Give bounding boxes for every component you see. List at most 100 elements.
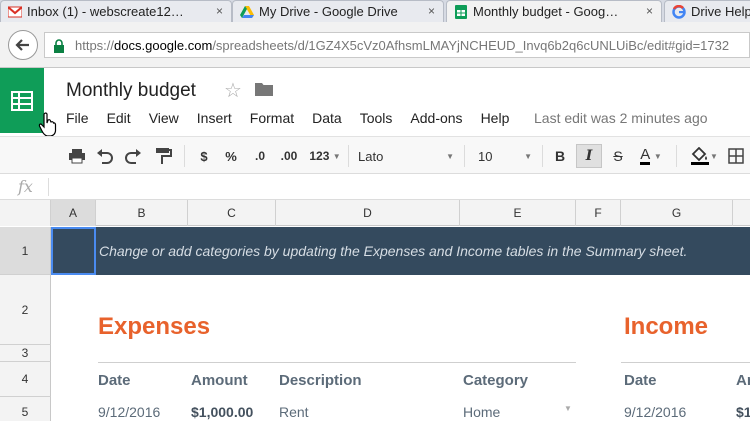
- tab-title: Drive Help: [691, 4, 750, 19]
- hand-cursor-icon: [38, 112, 57, 137]
- number-format-dropdown[interactable]: 123 ▼: [304, 146, 346, 166]
- strikethrough-button[interactable]: S: [608, 146, 628, 166]
- menu-bar: File Edit View Insert Format Data Tools …: [66, 110, 527, 128]
- formula-separator: [48, 178, 49, 196]
- folder-icon[interactable]: [255, 82, 273, 96]
- menu-view[interactable]: View: [149, 110, 179, 128]
- document-title[interactable]: Monthly budget: [66, 80, 196, 102]
- text-color-button[interactable]: A ▼: [632, 146, 670, 166]
- info-banner-text: Change or add categories by updating the…: [99, 243, 688, 259]
- toolbar: $ % .0 .00 123 ▼ Lato ▼ 10 ▼ B I S A ▼ ▼: [0, 136, 750, 174]
- tab-drive-help[interactable]: Drive Help: [664, 0, 750, 22]
- row-header-1[interactable]: 1: [0, 227, 51, 275]
- column-header-b[interactable]: B: [96, 200, 188, 226]
- tab-google-drive[interactable]: My Drive - Google Drive ×: [232, 0, 444, 22]
- formula-bar[interactable]: fx: [0, 174, 750, 200]
- chevron-down-icon: ▼: [710, 151, 718, 161]
- expenses-divider: [98, 362, 576, 363]
- toolbar-separator: [348, 145, 349, 167]
- column-header-c[interactable]: C: [188, 200, 276, 226]
- font-size-dropdown[interactable]: 10 ▼: [474, 146, 536, 166]
- menu-add-ons[interactable]: Add-ons: [410, 110, 462, 128]
- row-header-4[interactable]: 4: [0, 362, 51, 397]
- tab-gmail[interactable]: Inbox (1) - webscreate12… ×: [0, 0, 232, 22]
- expenses-header-description: Description: [279, 372, 362, 389]
- income-divider: [621, 362, 750, 363]
- menu-insert[interactable]: Insert: [197, 110, 232, 128]
- menu-data[interactable]: Data: [312, 110, 342, 128]
- expense-description-cell[interactable]: Rent: [279, 404, 309, 420]
- font-family-dropdown[interactable]: Lato ▼: [354, 146, 458, 166]
- expenses-title: Expenses: [98, 313, 211, 340]
- chevron-down-icon: ▼: [524, 151, 532, 161]
- browser-tab-strip: Inbox (1) - webscreate12… × My Drive - G…: [0, 0, 750, 22]
- expense-amount-cell[interactable]: $1,000.00: [191, 404, 253, 420]
- address-bar: https://docs.google.com/spreadsheets/d/1…: [0, 22, 750, 68]
- google-icon: [672, 5, 686, 19]
- redo-icon[interactable]: [124, 146, 142, 166]
- paint-format-icon[interactable]: [154, 146, 172, 166]
- gmail-icon: [8, 6, 22, 18]
- tab-title: Inbox (1) - webscreate12…: [27, 4, 184, 19]
- decrease-decimal-button[interactable]: .0: [248, 146, 272, 166]
- category-dropdown-icon[interactable]: ▼: [564, 404, 572, 413]
- selected-cell-a1[interactable]: [51, 227, 96, 275]
- expense-category-cell[interactable]: Home: [463, 404, 500, 420]
- chevron-down-icon: ▼: [446, 151, 454, 161]
- url-field[interactable]: https://docs.google.com/spreadsheets/d/1…: [44, 32, 750, 58]
- row-header-3[interactable]: 3: [0, 345, 51, 362]
- row-header-2[interactable]: 2: [0, 275, 51, 345]
- income-header-amount: Am: [736, 372, 750, 389]
- sheets-grid-icon: [11, 90, 33, 111]
- row-header-5[interactable]: 5: [0, 397, 51, 421]
- url-protocol: https://: [75, 37, 115, 53]
- toolbar-separator: [676, 145, 677, 167]
- last-edit-status[interactable]: Last edit was 2 minutes ago: [534, 110, 708, 126]
- column-header-g[interactable]: G: [621, 200, 733, 226]
- menu-edit[interactable]: Edit: [107, 110, 131, 128]
- print-icon[interactable]: [68, 146, 86, 166]
- number-format-label: 123: [309, 149, 330, 163]
- italic-button[interactable]: I: [576, 144, 602, 168]
- column-header-row: A B C D E F G: [0, 200, 750, 226]
- close-icon[interactable]: ×: [646, 4, 653, 18]
- column-header-next[interactable]: [733, 200, 750, 226]
- menu-tools[interactable]: Tools: [360, 110, 393, 128]
- star-icon[interactable]: ☆: [224, 78, 242, 103]
- select-all-corner[interactable]: [0, 200, 51, 226]
- font-size-value: 10: [478, 148, 493, 164]
- expenses-header-category: Category: [463, 372, 529, 389]
- expenses-header-date: Date: [98, 372, 131, 389]
- column-header-e[interactable]: E: [460, 200, 576, 226]
- borders-icon[interactable]: [728, 146, 744, 166]
- income-date-cell[interactable]: 9/12/2016: [624, 404, 686, 420]
- text-color-label: A: [640, 146, 651, 165]
- fx-icon: fx: [18, 177, 33, 196]
- tab-monthly-budget[interactable]: Monthly budget - Goog… ×: [446, 0, 662, 22]
- chevron-down-icon: ▼: [653, 151, 662, 161]
- close-icon[interactable]: ×: [428, 4, 435, 18]
- menu-help[interactable]: Help: [481, 110, 510, 128]
- toolbar-separator: [542, 145, 543, 167]
- tab-title: Monthly budget - Goog…: [473, 4, 619, 19]
- currency-format-button[interactable]: $: [196, 146, 212, 166]
- fill-color-button[interactable]: ▼: [686, 146, 722, 166]
- close-icon[interactable]: ×: [216, 4, 223, 18]
- toolbar-separator: [184, 145, 185, 167]
- back-button[interactable]: [8, 30, 38, 60]
- lock-icon: [54, 39, 64, 53]
- income-amount-cell[interactable]: $1: [736, 404, 750, 420]
- menu-format[interactable]: Format: [250, 110, 294, 128]
- expenses-header-amount: Amount: [191, 372, 248, 389]
- undo-icon[interactable]: [96, 146, 114, 166]
- menu-file[interactable]: File: [66, 110, 89, 128]
- increase-decimal-button[interactable]: .00: [276, 146, 302, 166]
- percent-format-button[interactable]: %: [222, 146, 240, 166]
- column-header-d[interactable]: D: [276, 200, 460, 226]
- column-header-f[interactable]: F: [576, 200, 621, 226]
- toolbar-separator: [464, 145, 465, 167]
- income-header-date: Date: [624, 372, 657, 389]
- bold-button[interactable]: B: [550, 146, 570, 166]
- expense-date-cell[interactable]: 9/12/2016: [98, 404, 160, 420]
- column-header-a[interactable]: A: [51, 200, 96, 226]
